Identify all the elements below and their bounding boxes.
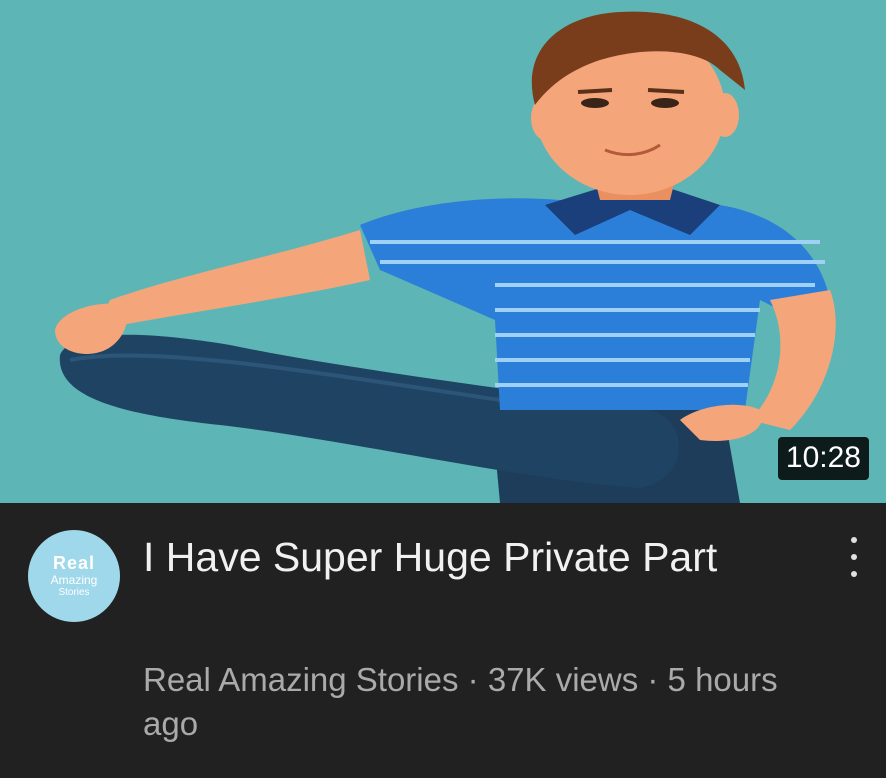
kebab-dot <box>851 571 857 577</box>
avatar-text-line3: Stories <box>58 587 90 598</box>
more-vertical-icon[interactable] <box>842 537 866 577</box>
avatar-text-line2: Amazing <box>50 573 98 587</box>
kebab-dot <box>851 554 857 560</box>
avatar-text-line1: Real <box>52 553 96 573</box>
video-thumbnail[interactable]: 10:28 <box>0 0 886 503</box>
view-count: 37K views <box>487 661 639 698</box>
video-subline: Real Amazing Stories · 37K views · 5 hou… <box>143 658 803 746</box>
separator: · <box>638 661 668 698</box>
channel-avatar[interactable]: Real Amazing Stories <box>28 530 120 622</box>
kebab-dot <box>851 537 857 543</box>
channel-name[interactable]: Real Amazing Stories <box>143 661 458 698</box>
video-duration-badge: 10:28 <box>777 437 869 480</box>
video-title[interactable]: I Have Super Huge Private Part <box>143 532 803 583</box>
thumbnail-illustration <box>55 11 836 503</box>
separator: · <box>458 661 488 698</box>
video-card[interactable]: 10:28 Real Amazing Stories I Have Super … <box>0 0 886 778</box>
